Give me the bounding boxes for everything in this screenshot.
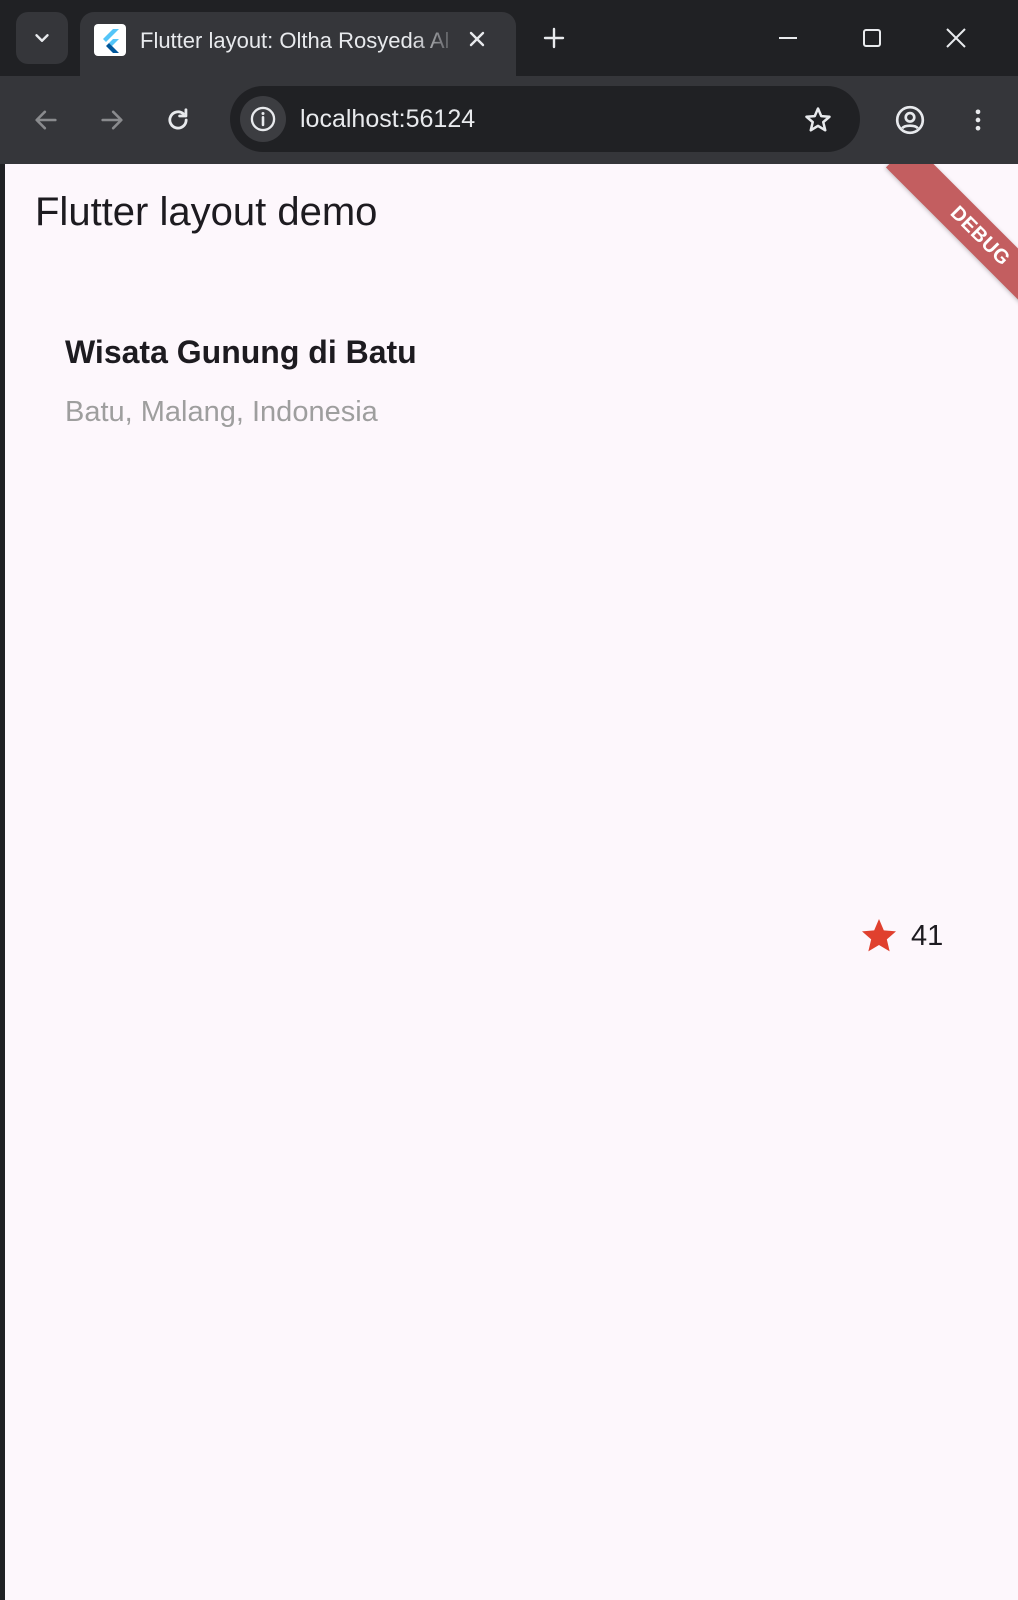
address-bar[interactable]: localhost:56124	[230, 86, 860, 152]
minimize-button[interactable]	[764, 14, 812, 62]
close-icon	[469, 31, 485, 47]
url-text[interactable]: localhost:56124	[300, 103, 475, 135]
star-icon[interactable]	[857, 914, 901, 958]
site-info-button[interactable]	[240, 96, 286, 142]
active-tab[interactable]: Flutter layout: Oltha Rosyeda Al	[80, 12, 516, 76]
reload-icon	[168, 108, 188, 130]
favorite-rating[interactable]: 41	[857, 914, 943, 958]
account-circle-icon	[895, 105, 925, 135]
star-outline-icon	[805, 107, 831, 132]
plus-icon	[543, 27, 565, 49]
forward-button[interactable]	[88, 96, 136, 144]
rating-count: 41	[911, 920, 944, 952]
location-subtitle: Batu, Malang, Indonesia	[65, 396, 378, 428]
close-tab-button[interactable]	[460, 22, 494, 56]
bookmark-button[interactable]	[796, 98, 840, 142]
minimize-icon	[779, 37, 797, 39]
arrow-right-icon	[101, 110, 123, 130]
tab-strip: Flutter layout: Oltha Rosyeda Al	[0, 0, 1018, 76]
tab-search-button[interactable]	[16, 12, 68, 64]
browser-toolbar: localhost:56124	[0, 76, 1018, 164]
new-tab-button[interactable]	[534, 18, 574, 58]
location-title: Wisata Gunung di Batu	[65, 334, 417, 370]
info-icon	[250, 106, 276, 132]
maximize-button[interactable]	[848, 14, 896, 62]
maximize-icon	[863, 29, 881, 47]
reload-button[interactable]	[154, 96, 202, 144]
flutter-logo-icon	[94, 24, 126, 56]
more-vert-icon	[975, 109, 981, 131]
app-bar-title: Flutter layout demo	[35, 190, 378, 234]
back-button[interactable]	[22, 96, 70, 144]
chevron-down-icon	[35, 34, 49, 42]
tab-title: Flutter layout: Oltha Rosyeda Al	[140, 28, 450, 53]
browser-menu-button[interactable]	[954, 96, 1002, 144]
close-icon	[946, 28, 966, 48]
arrow-left-icon	[35, 110, 57, 130]
close-window-button[interactable]	[932, 14, 980, 62]
debug-banner: DEBUG	[885, 164, 1018, 331]
browser-window: Flutter layout: Oltha Rosyeda Al localho…	[0, 0, 1018, 1600]
profile-button[interactable]	[886, 96, 934, 144]
page-content: Flutter layout demo Wisata Gunung di Bat…	[5, 164, 1018, 1600]
